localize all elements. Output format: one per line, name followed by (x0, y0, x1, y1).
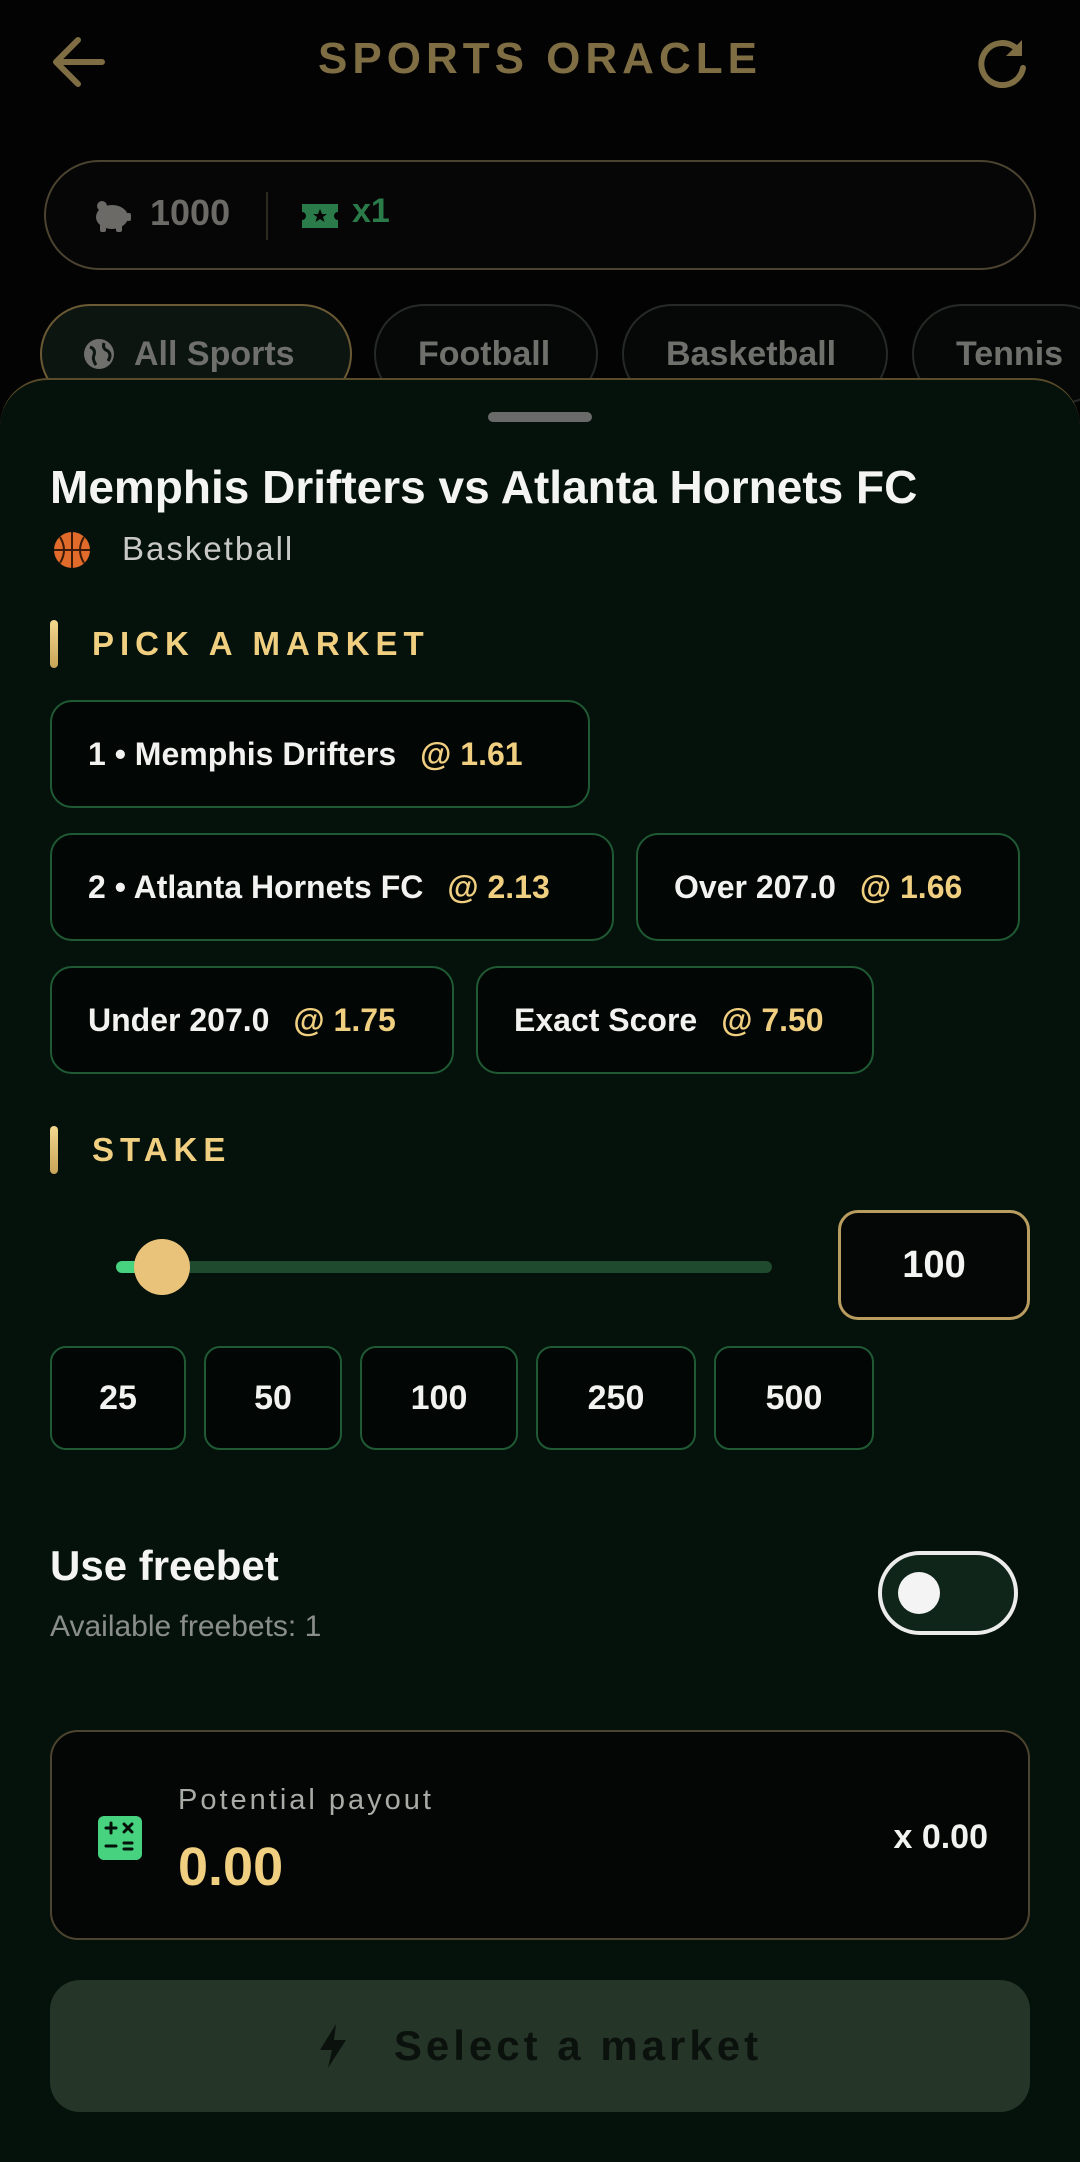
top-bar: SPORTS ORACLE (0, 0, 1080, 130)
payout-card: Potential payout 0.00 x 0.00 (50, 1730, 1030, 1940)
filter-chip-label: Football (418, 334, 551, 373)
market-label: Over 207.0 (674, 868, 836, 905)
stake-section-title: STAKE (92, 1131, 232, 1168)
toggle-knob (898, 1572, 940, 1614)
refresh-button[interactable] (972, 34, 1032, 94)
market-option-home[interactable]: 1 • Memphis Drifters @ 1.61 (50, 700, 590, 808)
stake-section-header: STAKE (50, 1126, 231, 1174)
ticket-icon (302, 204, 338, 228)
market-option-away[interactable]: 2 • Atlanta Hornets FC @ 2.13 (50, 833, 614, 941)
payout-multiplier: x 0.00 (893, 1818, 988, 1856)
section-accent-bar (50, 1126, 58, 1174)
coin-balance: 1000 (150, 192, 231, 233)
bolt-icon (319, 2024, 346, 2068)
basketball-icon (54, 532, 90, 568)
market-odds: @ 1.61 (420, 735, 523, 772)
market-label: Under 207.0 (88, 1001, 270, 1038)
payout-label: Potential payout (178, 1784, 434, 1816)
quick-stake-100[interactable]: 100 (360, 1346, 518, 1450)
market-odds: @ 7.50 (721, 1001, 824, 1038)
balance-bar: 1000 x1 (44, 160, 1036, 270)
market-section-header: PICK A MARKET (50, 620, 430, 668)
section-accent-bar (50, 620, 58, 668)
stake-amount-input[interactable]: 100 (838, 1210, 1030, 1320)
market-label: Exact Score (514, 1001, 698, 1038)
freebet-toggle[interactable] (878, 1551, 1018, 1635)
freebet-ticket-count: x1 (352, 192, 390, 230)
stake-slider-thumb[interactable] (133, 1239, 190, 1295)
quick-stake-250[interactable]: 250 (536, 1346, 696, 1450)
place-bet-label: Select a market (393, 2022, 763, 2069)
market-label: 2 • Atlanta Hornets FC (88, 868, 424, 905)
bet-slip-sheet: Memphis Drifters vs Atlanta Hornets FC B… (0, 378, 1080, 2162)
filter-chip-label: All Sports (134, 334, 295, 373)
refresh-icon (978, 40, 1026, 89)
freebet-title: Use freebet (50, 1542, 279, 1589)
market-option-over[interactable]: Over 207.0 @ 1.66 (636, 833, 1020, 941)
match-title: Memphis Drifters vs Atlanta Hornets FC (50, 461, 918, 513)
payout-value: 0.00 (178, 1837, 284, 1897)
balance-divider (266, 192, 268, 240)
freebet-available-text: Available freebets: 1 (50, 1610, 322, 1643)
stake-slider-track[interactable] (116, 1261, 772, 1273)
market-odds: @ 1.75 (293, 1001, 396, 1038)
piggy-bank-icon (96, 201, 131, 232)
quick-stake-25[interactable]: 25 (50, 1346, 186, 1450)
sheet-drag-handle[interactable] (488, 412, 592, 422)
market-odds: @ 1.66 (859, 868, 963, 905)
sport-label: Basketball (122, 530, 295, 567)
market-option-exact-score[interactable]: Exact Score @ 7.50 (476, 966, 874, 1074)
place-bet-button[interactable]: Select a market (50, 1980, 1030, 2112)
calculator-icon (98, 1816, 142, 1860)
filter-chip-label: Tennis (956, 334, 1064, 373)
market-option-under[interactable]: Under 207.0 @ 1.75 (50, 966, 454, 1074)
market-section-title: PICK A MARKET (92, 625, 430, 662)
quick-stake-50[interactable]: 50 (204, 1346, 342, 1450)
quick-stake-500[interactable]: 500 (714, 1346, 874, 1450)
filter-chip-label: Basketball (666, 334, 837, 373)
globe-icon (84, 339, 114, 369)
app-title: SPORTS ORACLE (318, 34, 762, 83)
market-odds: @ 2.13 (447, 868, 550, 905)
market-label: 1 • Memphis Drifters (88, 735, 397, 772)
